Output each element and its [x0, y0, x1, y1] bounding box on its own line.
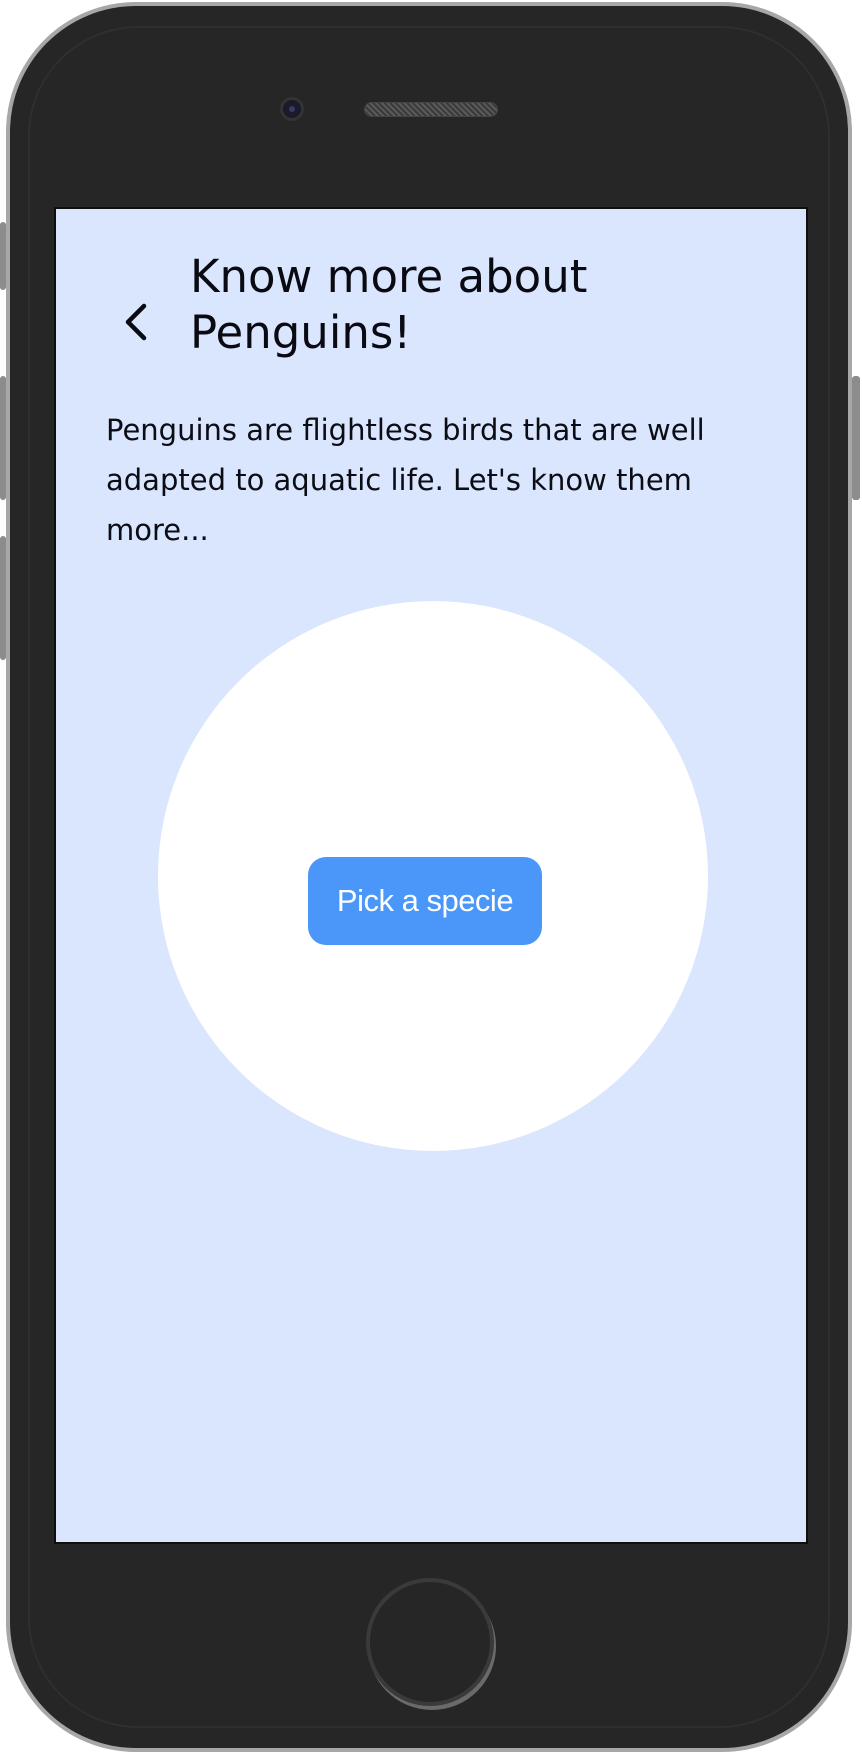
- earpiece-speaker: [364, 102, 498, 117]
- page-title: Know more about Penguins!: [190, 250, 588, 359]
- volume-down-button: [0, 536, 6, 660]
- home-button[interactable]: [366, 1578, 494, 1706]
- app-screen: Know more about Penguins! Penguins are f…: [54, 207, 808, 1544]
- pick-specie-button[interactable]: Pick a specie: [308, 857, 542, 945]
- volume-up-button: [0, 376, 6, 500]
- mute-switch: [0, 222, 6, 290]
- chevron-left-icon: [122, 302, 150, 347]
- front-camera: [280, 97, 304, 121]
- power-button: [852, 376, 860, 500]
- page-description: Penguins are flightless birds that are w…: [106, 413, 705, 547]
- back-button[interactable]: [116, 299, 156, 349]
